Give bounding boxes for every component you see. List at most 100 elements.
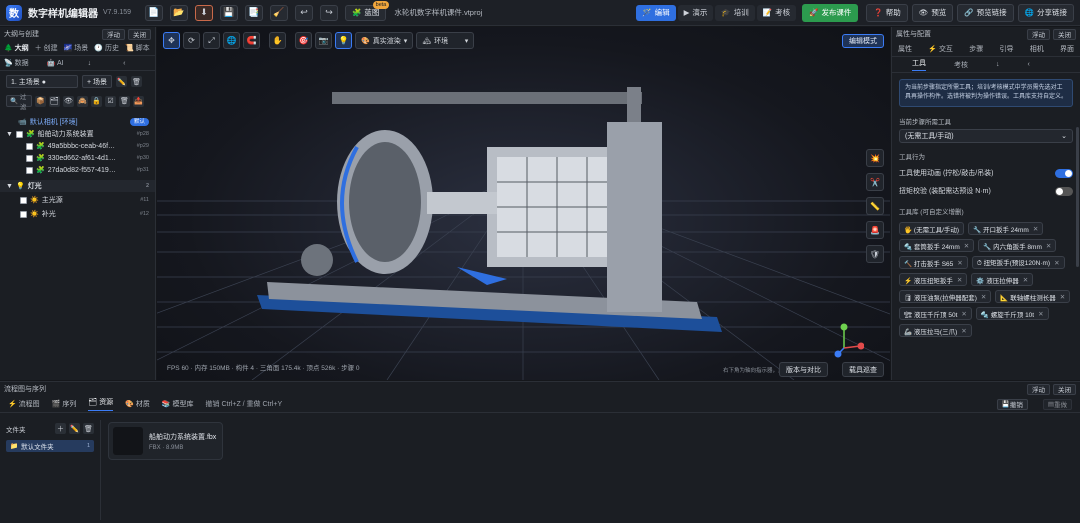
tool-chip[interactable]: 🔩 螺旋千斤顶 10t ✕ bbox=[975, 307, 1049, 320]
tab-model-library[interactable]: 📚 模型库 bbox=[162, 399, 194, 409]
new-file-icon[interactable]: 📄 bbox=[145, 4, 164, 21]
trash-icon[interactable]: 🗑 bbox=[119, 95, 130, 107]
tab-interaction[interactable]: ⚡ 交互 bbox=[928, 44, 953, 54]
scale-tool-icon[interactable]: ⤢ bbox=[203, 32, 220, 49]
open-folder-icon[interactable]: 📂 bbox=[170, 4, 189, 21]
tab-ai[interactable]: 🤖 AI bbox=[47, 59, 64, 67]
world-space-icon[interactable]: 🌐 bbox=[223, 32, 240, 49]
tool-chip[interactable]: 🔧 内六角扳手 8mm ✕ bbox=[978, 239, 1057, 252]
folder-icon[interactable]: 🗂 bbox=[49, 95, 60, 107]
asset-card[interactable]: 船舶动力系统装置.fbx FBX · 8.9MB bbox=[108, 422, 223, 460]
ruler-icon[interactable]: 📏 bbox=[866, 197, 884, 215]
undo-icon[interactable]: ↩ bbox=[295, 4, 314, 21]
3d-viewport[interactable]: ✥ ⟳ ⤢ 🌐 🧲 ✋ 🎯 📷 💡 🎨 真实渲染 ▾ 🏔 环境 ▾ 编辑模式 💥 ✂️ … bbox=[157, 27, 890, 380]
preview-button[interactable]: 👁 预览 bbox=[911, 3, 954, 22]
hide-icon[interactable]: 🙈 bbox=[77, 95, 88, 107]
tool-chip[interactable]: ⚡ 液压扭矩扳手 ✕ bbox=[899, 273, 968, 286]
alarm-icon[interactable]: 🚨 bbox=[866, 221, 884, 239]
visibility-checkbox[interactable] bbox=[26, 166, 33, 174]
arrow-down-icon[interactable]: ↓ bbox=[996, 61, 1000, 68]
tab-scene[interactable]: 🌌 场景 bbox=[64, 43, 89, 53]
tool-chip[interactable]: ⚙️ 液压拉伸器 ✕ bbox=[971, 273, 1034, 286]
tool-chip[interactable]: 🔧 开口扳手 24mm ✕ bbox=[968, 222, 1044, 235]
tool-chip[interactable]: 🔩 套筒扳手 24mm ✕ bbox=[899, 239, 975, 252]
remove-icon[interactable]: ✕ bbox=[961, 310, 966, 318]
preview-link-button[interactable]: 🔗 预览链接 bbox=[957, 3, 1014, 22]
scene-select[interactable]: 1. 主场景 ● bbox=[6, 75, 78, 88]
float-button[interactable]: 浮动 bbox=[1027, 28, 1050, 40]
tab-create[interactable]: ＋ 创建 bbox=[35, 43, 58, 53]
caret-down-icon[interactable]: ▼ bbox=[6, 131, 13, 138]
remove-icon[interactable]: ✕ bbox=[981, 293, 986, 301]
rotate-tool-icon[interactable]: ⟳ bbox=[183, 32, 200, 49]
visibility-checkbox[interactable] bbox=[26, 142, 33, 150]
filter-input[interactable]: 🔍 过滤 bbox=[6, 94, 32, 111]
environment-select[interactable]: 🏔 环境 ▾ bbox=[416, 32, 475, 49]
tab-materials[interactable]: 🎨 材质 bbox=[125, 399, 150, 409]
tab-history[interactable]: 🕐 历史 bbox=[94, 43, 119, 53]
pencil-icon[interactable]: ✏️ bbox=[116, 76, 128, 87]
remove-icon[interactable]: ✕ bbox=[1023, 276, 1028, 284]
tool-chip[interactable]: ⏱ 扭矩扳手(预设120N·m) ✕ bbox=[971, 256, 1065, 269]
tool-chip[interactable]: 🛢 液压油泵(拉伸器配套) ✕ bbox=[899, 290, 992, 303]
turbine-model[interactable] bbox=[157, 27, 890, 380]
redo-icon[interactable]: ↪ bbox=[320, 4, 339, 21]
mode-training-button[interactable]: 🎓 培训 bbox=[715, 4, 755, 21]
tab-interface[interactable]: 界面 bbox=[1060, 44, 1074, 54]
explode-icon[interactable]: 💥 bbox=[866, 149, 884, 167]
tab-camera[interactable]: 相机 bbox=[1030, 44, 1044, 54]
tab-guide[interactable]: 引导 bbox=[999, 44, 1013, 54]
tab-outline[interactable]: 🌲 大纲 bbox=[4, 43, 29, 53]
tab-resources[interactable]: 🗂 资源 bbox=[88, 397, 114, 411]
required-tool-select[interactable]: (无需工具/手动) ⌄ bbox=[899, 129, 1073, 143]
visibility-checkbox[interactable] bbox=[26, 154, 33, 162]
axis-gizmo[interactable] bbox=[834, 322, 864, 358]
eye-icon[interactable]: 👁 bbox=[63, 95, 74, 107]
pencil-icon[interactable]: ✏️ bbox=[69, 423, 80, 434]
share-link-button[interactable]: 🌐 分享链接 bbox=[1017, 3, 1074, 22]
tab-properties[interactable]: 属性 bbox=[898, 44, 912, 54]
tab-flowchart[interactable]: ⚡ 流程图 bbox=[8, 399, 40, 409]
tool-chip[interactable]: 🏗 液压千斤顶 50t ✕ bbox=[899, 307, 972, 320]
remove-icon[interactable]: ✕ bbox=[957, 259, 962, 267]
trash-icon[interactable]: 🗑 bbox=[83, 423, 94, 434]
box-icon[interactable]: 📦 bbox=[35, 95, 46, 107]
remove-icon[interactable]: ✕ bbox=[961, 327, 966, 335]
arrow-down-icon[interactable]: ↓ bbox=[88, 60, 92, 67]
redo-button[interactable]: ▤ 重做 bbox=[1042, 398, 1072, 410]
add-folder-icon[interactable]: ＋ bbox=[55, 423, 66, 434]
caret-down-icon[interactable]: ▼ bbox=[6, 183, 13, 190]
mode-exam-button[interactable]: 📝 考核 bbox=[756, 4, 797, 21]
tab-data[interactable]: 📡 数据 bbox=[4, 58, 29, 68]
mode-edit-button[interactable]: 🪄 编辑 bbox=[636, 4, 676, 21]
remove-icon[interactable]: ✕ bbox=[964, 242, 969, 250]
close-button[interactable]: 关闭 bbox=[128, 28, 151, 40]
camera-icon[interactable]: 📷 bbox=[315, 32, 332, 49]
float-button[interactable]: 浮动 bbox=[102, 28, 125, 40]
help-button[interactable]: ❓ 帮助 bbox=[866, 3, 908, 22]
bulb-icon[interactable]: 💡 bbox=[335, 32, 352, 49]
chevron-left-icon[interactable]: ‹ bbox=[123, 60, 125, 67]
remove-icon[interactable]: ✕ bbox=[1038, 310, 1043, 318]
properties-scrollbar[interactable] bbox=[1076, 127, 1079, 267]
close-button[interactable]: 关闭 bbox=[1053, 28, 1076, 40]
visibility-checkbox[interactable] bbox=[20, 210, 27, 218]
undo-button[interactable]: 💾 撤销 bbox=[996, 398, 1028, 410]
remove-icon[interactable]: ✕ bbox=[1054, 259, 1059, 267]
checkbox-icon[interactable]: ☑ bbox=[105, 95, 116, 107]
tool-chip[interactable]: 🔨 打击扳手 S65 ✕ bbox=[899, 256, 968, 269]
mode-demo-button[interactable]: ▶ 演示 bbox=[677, 4, 714, 21]
visibility-checkbox[interactable] bbox=[15, 130, 23, 138]
tree-item-mesh[interactable]: 🧩 330ed662-af61-4d1… #p30 bbox=[0, 152, 155, 164]
tool-chip[interactable]: 🖐 (无需工具/手动) bbox=[899, 222, 965, 235]
tab-tools[interactable]: 工具 bbox=[912, 58, 926, 71]
brush-icon[interactable]: 🧹 bbox=[270, 4, 289, 21]
blueprint-button[interactable]: 🧩 蓝图 beta bbox=[345, 0, 390, 21]
tool-chip[interactable]: 📐 联轴螺柱测长器 ✕ bbox=[995, 290, 1071, 303]
tab-sequence[interactable]: 🎬 序列 bbox=[52, 399, 77, 409]
hand-pan-icon[interactable]: ✋ bbox=[269, 32, 286, 49]
tree-item-mesh[interactable]: 🧩 27da0d82-f557-419… #p31 bbox=[0, 164, 155, 176]
close-button[interactable]: 关闭 bbox=[1053, 383, 1076, 395]
publish-button[interactable]: 🚀 发布课件 bbox=[802, 3, 859, 22]
remove-icon[interactable]: ✕ bbox=[1060, 293, 1065, 301]
